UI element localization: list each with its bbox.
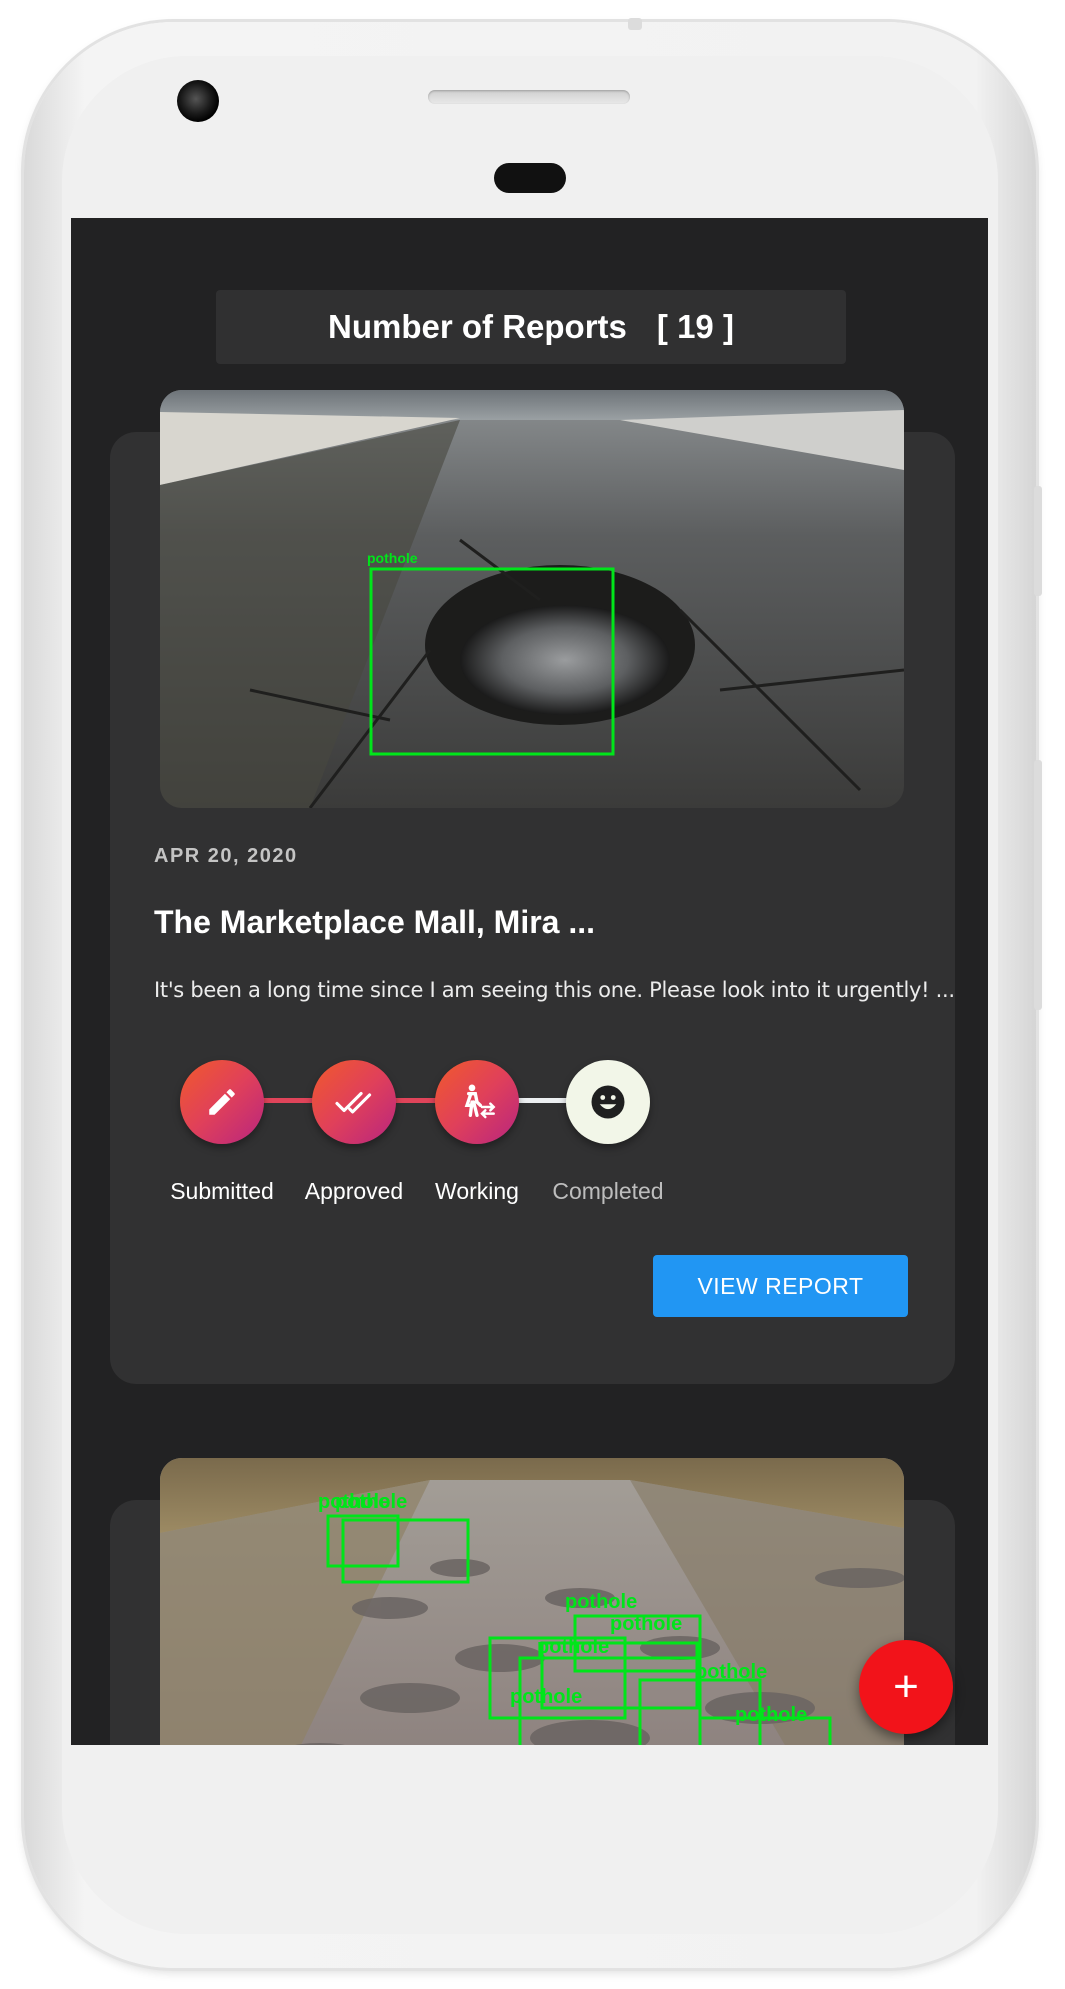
step-approved xyxy=(312,1060,396,1144)
step-label-submitted: Submitted xyxy=(170,1178,274,1204)
reports-count-label: Number of Reports xyxy=(328,308,627,345)
view-report-button[interactable]: VIEW REPORT xyxy=(653,1255,908,1317)
potholed-road-image: pothole pothole pothole pothole pothole … xyxy=(160,1458,904,1745)
detection-label: pothole xyxy=(735,1704,807,1726)
app-screen: Number of Reports [ 19 ] pothole APR 20,… xyxy=(71,218,988,1745)
report-description: It's been a long time since I am seeing … xyxy=(154,978,955,1002)
detection-label: pothole xyxy=(565,1591,637,1613)
detection-label: pothole xyxy=(510,1686,582,1708)
reports-count-header: Number of Reports [ 19 ] xyxy=(216,290,846,364)
detection-label: pothole xyxy=(610,1613,682,1635)
worker-icon xyxy=(464,1084,496,1119)
report-photo[interactable]: pothole pothole pothole pothole pothole … xyxy=(160,1458,904,1745)
step-label-completed: Completed xyxy=(552,1178,664,1204)
detection-label: pothole xyxy=(367,550,418,566)
detection-label: pothole xyxy=(695,1661,767,1683)
plus-icon: + xyxy=(893,1662,919,1711)
report-title: The Marketplace Mall, Mira ... xyxy=(154,904,596,940)
pothole-road-image: pothole xyxy=(160,390,904,808)
step-completed xyxy=(566,1060,650,1144)
front-camera xyxy=(177,80,219,122)
double-check-icon xyxy=(335,1091,372,1114)
top-button xyxy=(628,18,642,30)
smile-icon xyxy=(591,1085,625,1119)
reports-count-value: [ 19 ] xyxy=(656,308,734,345)
volume-button xyxy=(1034,760,1042,1010)
step-working xyxy=(435,1060,519,1144)
detection-label: pothole xyxy=(335,1491,407,1513)
earpiece xyxy=(494,163,566,193)
report-photo[interactable]: pothole xyxy=(160,390,904,808)
detection-label: pothole xyxy=(537,1636,609,1658)
report-date: APR 20, 2020 xyxy=(154,845,298,867)
add-report-button[interactable]: + xyxy=(859,1640,953,1734)
power-button xyxy=(1034,486,1042,596)
step-submitted xyxy=(180,1060,264,1144)
step-label-working: Working xyxy=(435,1178,519,1204)
pencil-icon xyxy=(209,1089,235,1115)
speaker-grille xyxy=(428,90,630,104)
step-label-approved: Approved xyxy=(304,1178,404,1204)
